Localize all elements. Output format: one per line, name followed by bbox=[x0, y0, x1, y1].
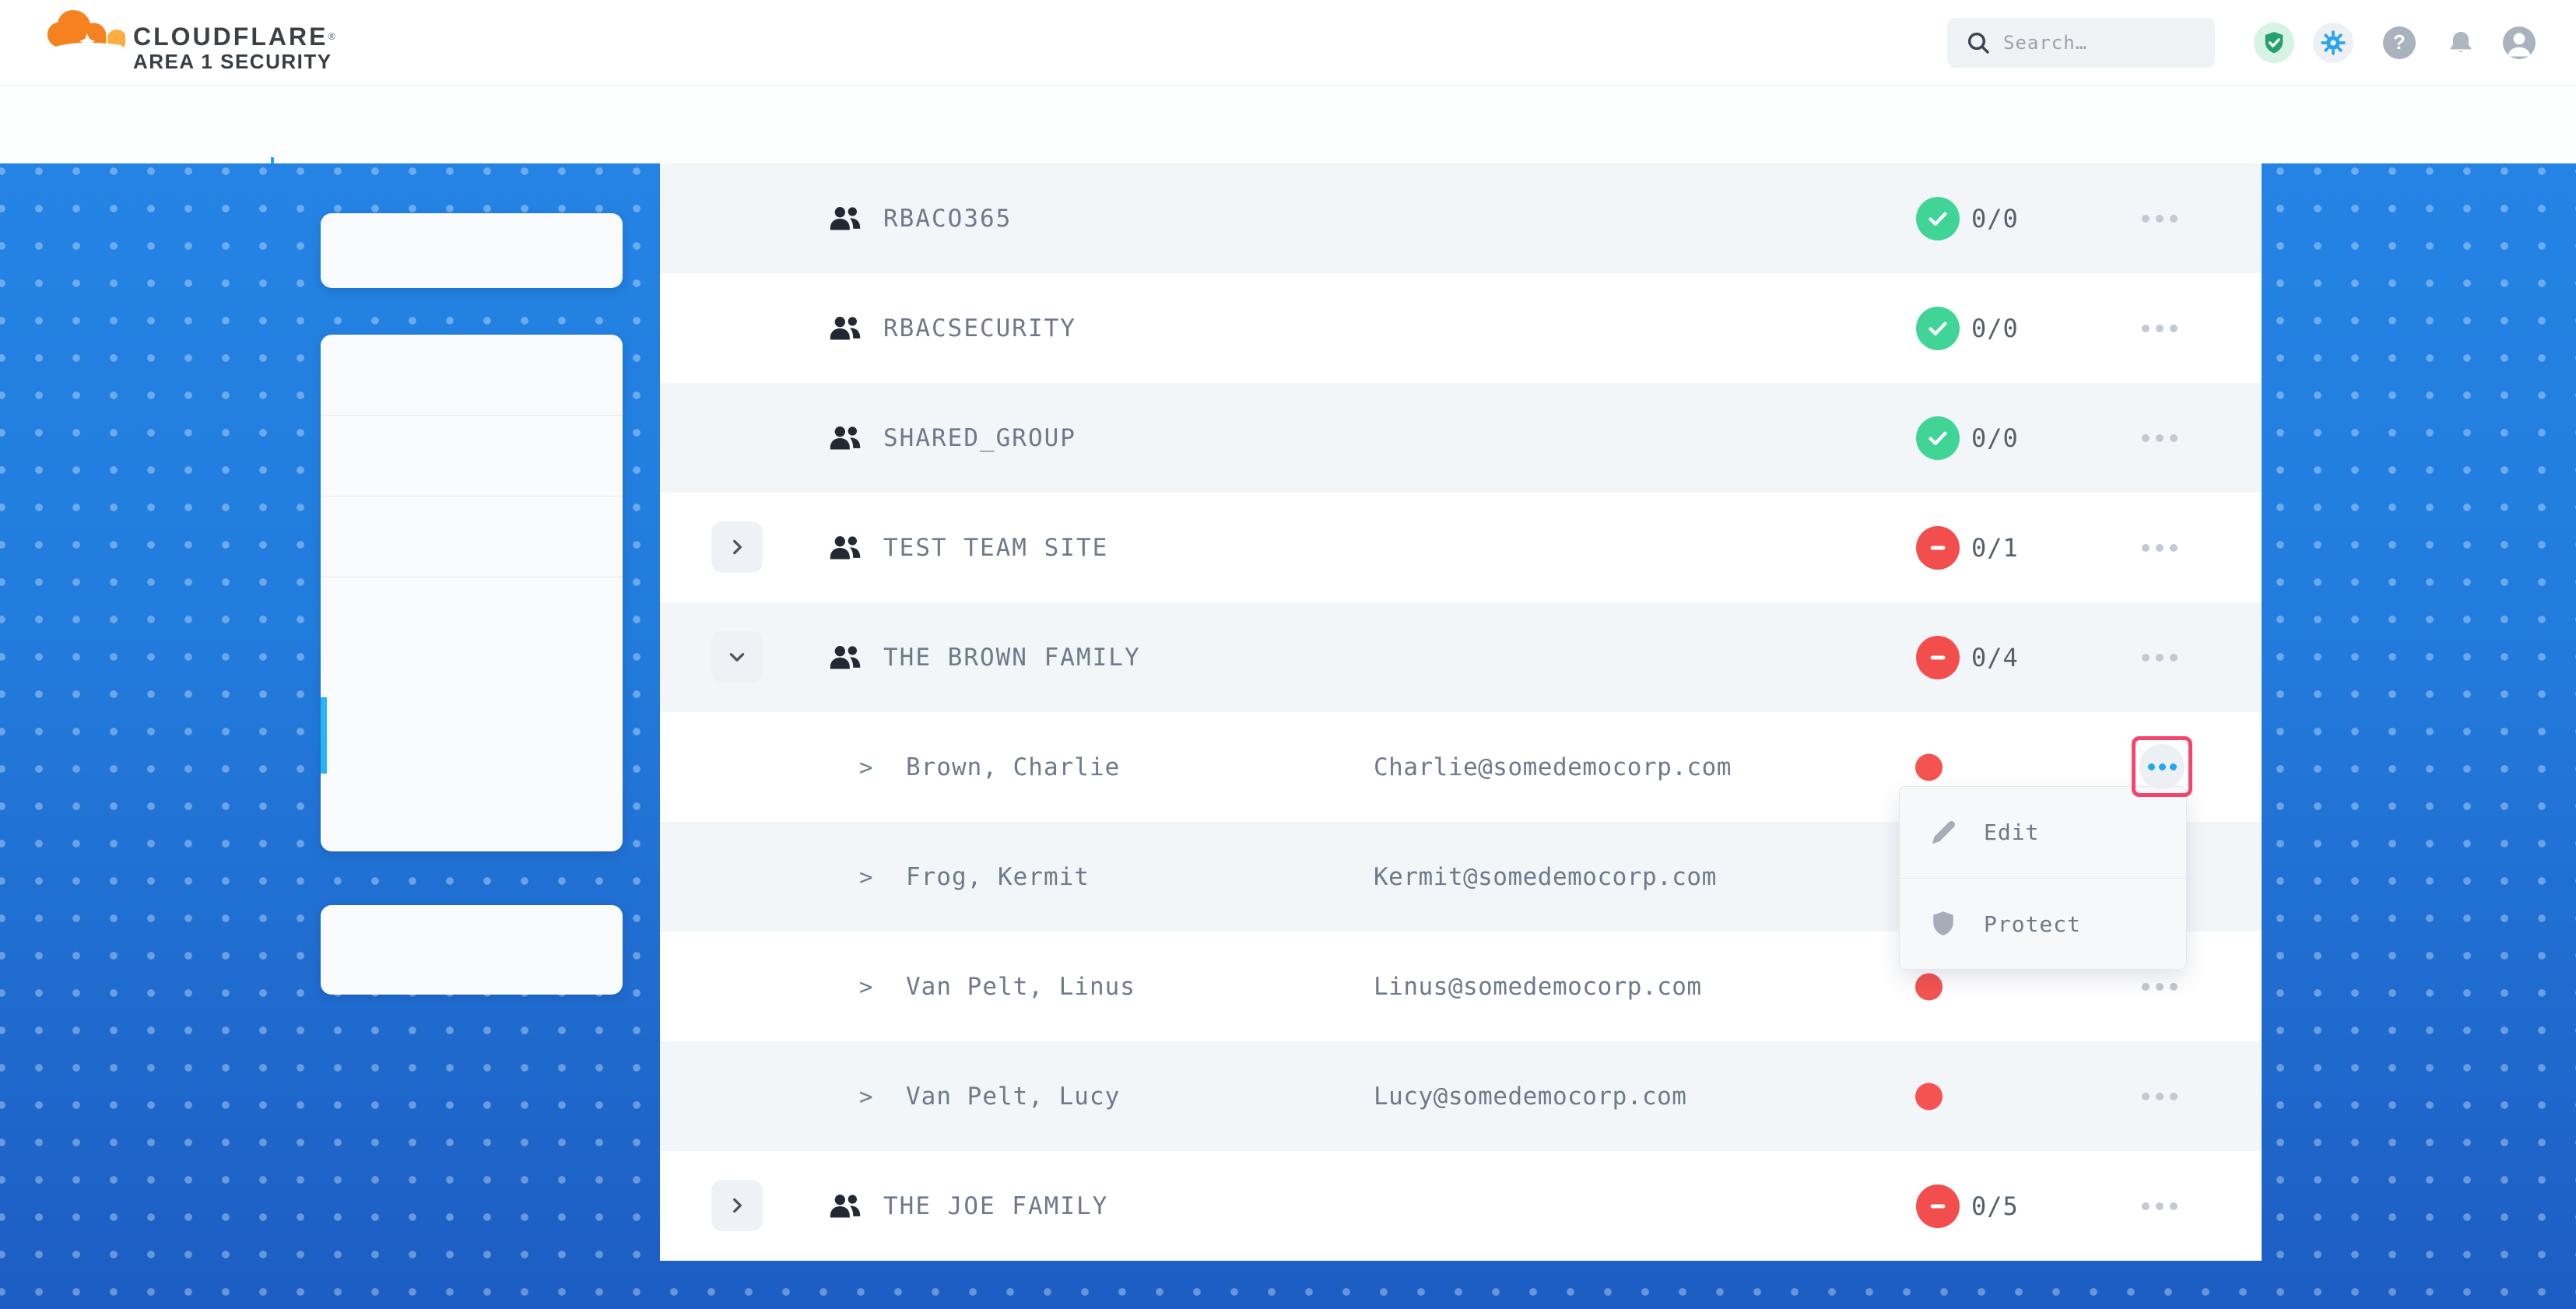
sidebar-item-block-list[interactable] bbox=[321, 497, 623, 577]
sidebar-item-domains-routing[interactable] bbox=[321, 213, 623, 288]
primary-nav bbox=[363, 0, 498, 86]
table-row-group: RBACO365 0/0 bbox=[660, 163, 2262, 273]
member-prefix: > bbox=[859, 864, 872, 890]
expand-toggle-button[interactable] bbox=[711, 1180, 763, 1231]
top-header: CLOUDFLARE® AREA 1 SECURITY ? bbox=[0, 0, 2576, 86]
sidebar-item-retract-settings[interactable] bbox=[321, 905, 623, 995]
alert-dot bbox=[1915, 1083, 1943, 1110]
brand-name: CLOUDFLARE® bbox=[133, 23, 335, 50]
chevron-down-icon bbox=[727, 647, 747, 667]
group-icon bbox=[830, 1193, 861, 1220]
sidebar-card-email-policies bbox=[321, 335, 623, 851]
protected-count: 0/4 bbox=[1971, 643, 2019, 672]
security-shield-check-icon[interactable] bbox=[2254, 23, 2294, 63]
member-email: Lucy@somedemocorp.com bbox=[1374, 1083, 1686, 1111]
brand-subtitle: AREA 1 SECURITY bbox=[133, 50, 335, 73]
expand-toggle-button[interactable] bbox=[711, 631, 763, 683]
alert-dot bbox=[1915, 973, 1943, 1000]
member-prefix: > bbox=[859, 1083, 872, 1110]
group-icon bbox=[830, 205, 861, 232]
protected-count: 0/0 bbox=[1971, 423, 2019, 453]
groups-table: RBACO365 0/0 RBACSECURITY 0/0 SHARED_GRO… bbox=[660, 163, 2262, 1261]
member-email: Kermit@somedemocorp.com bbox=[1374, 863, 1717, 891]
protected-count: 0/0 bbox=[1971, 314, 2019, 343]
sidebar-item-business-email-compromise[interactable] bbox=[321, 694, 623, 777]
row-actions-button[interactable] bbox=[2142, 971, 2178, 1002]
group-icon bbox=[830, 644, 861, 671]
protected-count: 0/5 bbox=[1971, 1191, 2019, 1221]
group-name: RBACO365 bbox=[883, 205, 1012, 233]
status-icon bbox=[1916, 416, 1960, 460]
actions-highlight-frame bbox=[2132, 736, 2192, 797]
row-actions-button[interactable] bbox=[2142, 423, 2178, 454]
notifications-bell-icon[interactable] bbox=[2444, 26, 2478, 60]
sidebar-item-email-policies[interactable] bbox=[321, 335, 623, 416]
row-actions-button[interactable] bbox=[2142, 1081, 2178, 1112]
row-actions-button[interactable] bbox=[2142, 1191, 2178, 1222]
sidebar-item-enhanced-detections[interactable] bbox=[321, 577, 623, 694]
user-avatar-icon[interactable] bbox=[2503, 26, 2536, 59]
sidebar-item-allow-list[interactable] bbox=[321, 416, 623, 497]
member-name: Brown, Charlie bbox=[906, 753, 1120, 781]
row-actions-menu: Edit Protect bbox=[1899, 786, 2187, 970]
table-row-member: > Van Pelt, Lucy Lucy@somedemocorp.com bbox=[660, 1041, 2262, 1151]
member-email: Linus@somedemocorp.com bbox=[1374, 973, 1702, 1001]
row-actions-button[interactable] bbox=[2142, 532, 2178, 563]
status-icon bbox=[1916, 1184, 1960, 1228]
member-name: Van Pelt, Lucy bbox=[906, 1083, 1120, 1111]
status-icon bbox=[1916, 526, 1960, 570]
chevron-right-icon bbox=[727, 1195, 747, 1216]
table-row-group: TEST TEAM SITE 0/1 bbox=[660, 493, 2262, 602]
table-row-group: RBACSECURITY 0/0 bbox=[660, 273, 2262, 383]
cloudflare-logo: CLOUDFLARE® AREA 1 SECURITY bbox=[43, 5, 335, 73]
member-email: Charlie@somedemocorp.com bbox=[1374, 753, 1732, 781]
group-icon bbox=[830, 425, 861, 451]
sidebar-item-added-detections[interactable] bbox=[321, 777, 623, 851]
table-row-group: THE JOE FAMILY 0/5 bbox=[660, 1151, 2262, 1261]
row-actions-button[interactable] bbox=[2142, 203, 2178, 234]
status-icon bbox=[1916, 307, 1960, 350]
alert-dot bbox=[1915, 753, 1943, 781]
row-actions-button-active[interactable] bbox=[2139, 744, 2185, 789]
settings-gear-icon[interactable] bbox=[2313, 23, 2353, 63]
member-prefix: > bbox=[859, 754, 872, 781]
row-actions-button[interactable] bbox=[2142, 313, 2178, 344]
shield-icon bbox=[1929, 910, 1957, 938]
search-box bbox=[1947, 18, 2215, 68]
pencil-icon bbox=[1929, 819, 1957, 847]
member-name: Frog, Kermit bbox=[906, 863, 1090, 891]
registered-mark: ® bbox=[328, 30, 335, 42]
group-icon bbox=[830, 315, 861, 342]
menu-item-label: Protect bbox=[1984, 911, 2081, 937]
search-icon bbox=[1966, 30, 1991, 55]
protected-count: 0/0 bbox=[1971, 204, 2019, 233]
member-name: Van Pelt, Linus bbox=[906, 973, 1135, 1001]
status-icon bbox=[1916, 636, 1960, 679]
sidebar-card-retract-settings bbox=[321, 905, 623, 995]
table-row-group: SHARED_GROUP 0/0 bbox=[660, 383, 2262, 493]
protected-count: 0/1 bbox=[1971, 533, 2019, 563]
help-icon[interactable]: ? bbox=[2383, 26, 2416, 59]
search-input[interactable] bbox=[2003, 32, 2190, 54]
menu-item-protect[interactable]: Protect bbox=[1900, 878, 2186, 969]
row-actions-button[interactable] bbox=[2142, 642, 2178, 673]
group-name: RBACSECURITY bbox=[883, 314, 1076, 342]
group-name: TEST TEAM SITE bbox=[883, 534, 1108, 562]
status-icon bbox=[1916, 197, 1960, 240]
member-prefix: > bbox=[859, 974, 872, 1000]
chevron-right-icon bbox=[727, 537, 747, 557]
expand-toggle-button[interactable] bbox=[711, 521, 763, 573]
group-name: SHARED_GROUP bbox=[883, 424, 1076, 452]
group-name: THE BROWN FAMILY bbox=[883, 644, 1141, 672]
cloudflare-cloud-icon bbox=[43, 8, 125, 54]
group-icon bbox=[830, 535, 861, 561]
secondary-nav bbox=[0, 86, 2576, 163]
menu-item-edit[interactable]: Edit bbox=[1900, 787, 2186, 878]
help-glyph: ? bbox=[2393, 30, 2406, 54]
table-row-group: THE BROWN FAMILY 0/4 bbox=[660, 602, 2262, 712]
group-name: THE JOE FAMILY bbox=[883, 1192, 1108, 1220]
sidebar-card-domains-routing bbox=[321, 213, 623, 288]
app-window: RBACO365 0/0 RBACSECURITY 0/0 SHARED_GRO… bbox=[0, 0, 2576, 1309]
menu-item-label: Edit bbox=[1984, 819, 2039, 845]
